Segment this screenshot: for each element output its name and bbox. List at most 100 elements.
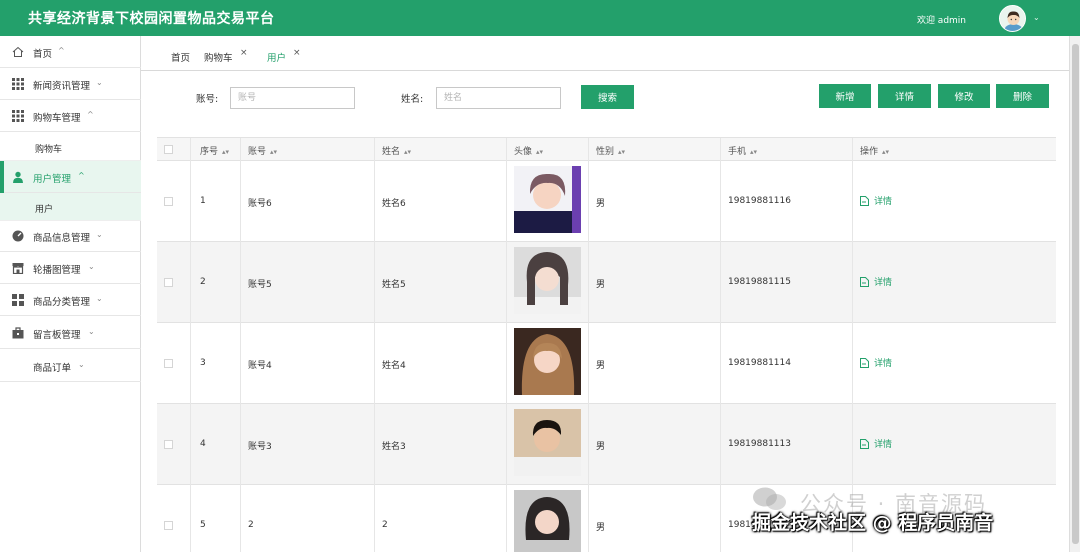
scrollbar-thumb[interactable]: [1072, 44, 1079, 544]
column-header[interactable]: 操作 ▴▾: [860, 144, 889, 157]
chevron-down-icon: ⌄: [96, 230, 103, 239]
row-phone: 19819881114: [728, 358, 791, 368]
row-checkbox[interactable]: [164, 521, 173, 530]
table-row[interactable]: 1 账号6 姓名6 男 19819881116 详情: [157, 161, 1056, 242]
grid-icon: [12, 78, 24, 90]
user-photo: [514, 409, 581, 476]
tiles-icon: [12, 294, 24, 306]
sidebar-item-label: 新闻资讯管理: [33, 81, 91, 92]
row-index: 2: [200, 277, 206, 287]
watermark-line2: 掘金技术社区 @ 程序员南音: [752, 512, 994, 534]
user-avatar[interactable]: [999, 5, 1026, 32]
row-checkbox[interactable]: [164, 359, 173, 368]
sidebar-item-categories[interactable]: 商品分类管理 ⌄: [0, 284, 141, 316]
tab-bar: 首页 购物车 × 用户 ×: [141, 36, 1069, 71]
row-index: 5: [200, 520, 206, 530]
table-row[interactable]: 2 账号5 姓名5 男 19819881115 详情: [157, 242, 1056, 323]
column-header[interactable]: 姓名 ▴▾: [382, 144, 411, 157]
chevron-down-icon: ⌄: [88, 327, 95, 336]
user-icon: [13, 171, 23, 183]
column-header[interactable]: 头像 ▴▾: [514, 144, 543, 157]
row-detail-link[interactable]: 详情: [860, 194, 892, 207]
row-gender: 男: [596, 361, 606, 371]
sort-icon: ▴▾: [222, 148, 230, 156]
briefcase-icon: [12, 327, 24, 339]
welcome-text: 欢迎 admin: [916, 16, 966, 26]
sidebar-item-user-management[interactable]: 用户管理 ^: [0, 161, 141, 193]
table-row[interactable]: 3 账号4 姓名4 男 19819881114 详情: [157, 323, 1056, 404]
user-menu-chevron-icon[interactable]: ⌄: [1033, 13, 1040, 22]
sidebar-item-label: 购物车管理: [33, 113, 81, 124]
sidebar: 首页 ^ 新闻资讯管理 ⌄ 购物车管理 ^ 购物车 用户管理 ^ 用户 商品信息…: [0, 36, 141, 552]
tab-home[interactable]: 首页: [171, 50, 190, 64]
sidebar-item-carousel[interactable]: 轮播图管理 ⌄: [0, 252, 141, 284]
add-button[interactable]: 新增: [819, 84, 871, 108]
row-phone: 19819881115: [728, 277, 791, 287]
sidebar-item-home[interactable]: 首页 ^: [0, 36, 141, 68]
row-checkbox[interactable]: [164, 197, 173, 206]
search-button[interactable]: 搜索: [581, 85, 634, 109]
sort-icon: ▴▾: [618, 148, 626, 156]
row-account: 账号3: [248, 442, 272, 452]
sidebar-item-cart-management[interactable]: 购物车管理 ^: [0, 100, 141, 132]
edit-button[interactable]: 修改: [938, 84, 990, 108]
dashboard-icon: [12, 230, 24, 242]
user-photo: [514, 490, 581, 552]
sidebar-item-label: 留言板管理: [33, 330, 81, 341]
delete-button[interactable]: 删除: [996, 84, 1049, 108]
sidebar-item-products[interactable]: 商品信息管理 ⌄: [0, 220, 141, 252]
sort-icon: ▴▾: [536, 148, 544, 156]
chevron-up-icon: ^: [58, 46, 65, 55]
active-indicator: [0, 161, 4, 193]
row-index: 1: [200, 196, 206, 206]
row-name: 姓名6: [382, 199, 406, 209]
chevron-down-icon: ⌄: [88, 262, 95, 271]
sidebar-item-news[interactable]: 新闻资讯管理 ⌄: [0, 68, 141, 100]
tab-user[interactable]: 用户: [267, 50, 286, 64]
row-gender: 男: [596, 280, 606, 290]
row-checkbox[interactable]: [164, 278, 173, 287]
row-gender: 男: [596, 523, 606, 533]
column-header[interactable]: 账号 ▴▾: [248, 144, 277, 157]
row-detail-link[interactable]: 详情: [860, 437, 892, 450]
name-input[interactable]: [436, 87, 561, 109]
tab-cart[interactable]: 购物车: [204, 50, 233, 64]
column-header[interactable]: 序号 ▴▾: [200, 144, 229, 157]
sidebar-subitem-label: 购物车: [35, 145, 63, 155]
table-header: 序号 ▴▾ 账号 ▴▾ 姓名 ▴▾ 头像 ▴▾ 性别 ▴▾ 手机 ▴▾ 操作 ▴▾: [157, 138, 1056, 161]
row-index: 3: [200, 358, 206, 368]
store-icon: [12, 263, 24, 274]
edit-doc-icon: [860, 276, 869, 287]
column-header[interactable]: 性别 ▴▾: [596, 144, 625, 157]
table-row[interactable]: 4 账号3 姓名3 男 19819881113 详情: [157, 404, 1056, 485]
top-header: 共享经济背景下校园闲置物品交易平台 欢迎 admin ⌄: [0, 0, 1080, 36]
sidebar-subitem-cart[interactable]: 购物车: [0, 133, 141, 161]
row-checkbox[interactable]: [164, 440, 173, 449]
sort-icon: ▴▾: [750, 148, 758, 156]
account-input[interactable]: [230, 87, 355, 109]
row-gender: 男: [596, 442, 606, 452]
sidebar-subitem-user[interactable]: 用户: [0, 193, 141, 221]
sidebar-item-label: 用户管理: [33, 174, 72, 185]
sidebar-item-label: 商品信息管理: [33, 233, 91, 244]
user-photo: [514, 328, 581, 395]
row-detail-link[interactable]: 详情: [860, 275, 892, 288]
sidebar-subitem-label: 用户: [35, 205, 54, 215]
close-icon[interactable]: ×: [240, 48, 248, 58]
row-name: 姓名5: [382, 280, 406, 290]
sidebar-item-orders[interactable]: 商品订单 ⌄: [0, 350, 141, 382]
close-icon[interactable]: ×: [293, 48, 301, 58]
select-all-checkbox[interactable]: [164, 145, 173, 154]
sort-icon: ▴▾: [404, 148, 412, 156]
chevron-down-icon: ⌄: [96, 294, 103, 303]
column-header[interactable]: 手机 ▴▾: [728, 144, 757, 157]
page-scrollbar[interactable]: [1069, 36, 1080, 552]
sidebar-item-label: 轮播图管理: [33, 265, 81, 276]
name-label: 姓名:: [401, 94, 424, 105]
row-gender: 男: [596, 199, 606, 209]
chevron-down-icon: ⌄: [96, 78, 103, 87]
detail-button[interactable]: 详情: [878, 84, 931, 108]
row-detail-link[interactable]: 详情: [860, 356, 892, 369]
sidebar-item-message-board[interactable]: 留言板管理 ⌄: [0, 317, 141, 349]
row-account: 账号5: [248, 280, 272, 290]
